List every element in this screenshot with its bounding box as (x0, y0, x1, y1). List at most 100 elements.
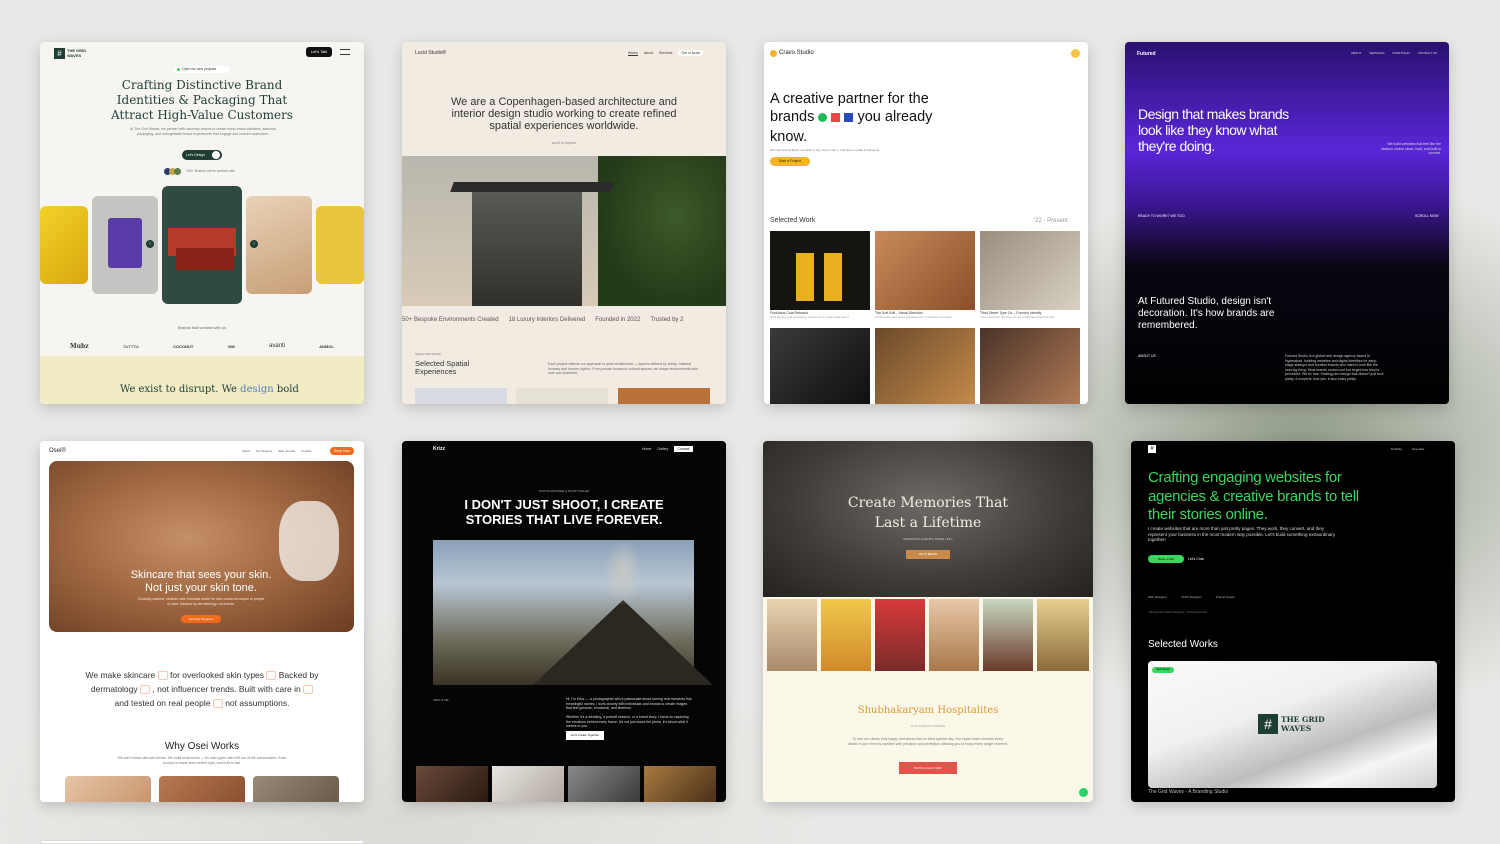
gallery-thumb (875, 599, 925, 671)
work-thumb (980, 231, 1080, 310)
mission-text: We make skincare (85, 670, 156, 680)
get-in-touch-button[interactable]: Get in touch (678, 50, 704, 56)
portfolio-card-shubhakaryam[interactable]: Create Memories That Last a Lifetime WED… (763, 441, 1093, 802)
product-image (65, 776, 151, 802)
logo-mark-icon: # (1148, 445, 1156, 453)
nav-link-services[interactable]: Services (659, 51, 672, 55)
hero-word: you already (857, 109, 933, 125)
top-nav: About Our Science Skin Journal Contact (242, 449, 311, 453)
nav-link-about[interactable]: ABOUT (1351, 51, 1361, 55)
book-call-button[interactable]: Book a Call (1148, 555, 1184, 563)
scroll-label[interactable]: SCROLL NOW (1415, 214, 1438, 218)
carousel-prev-icon[interactable]: ‹ (146, 240, 154, 248)
lets-design-toggle[interactable]: Let's Design (182, 150, 222, 160)
lets-begin-button[interactable]: LET'S BEGIN (906, 550, 950, 559)
site-logo: Osei® (49, 448, 66, 454)
gallery-thumb (644, 766, 716, 802)
skill-tag: Web Designer (1148, 595, 1167, 599)
nav-link-science[interactable]: Our Science (256, 449, 273, 453)
nav-link-services[interactable]: SERVICES (1369, 51, 1384, 55)
stats-row: 50+ Bespoke Environments Created 18 Luxu… (402, 317, 726, 323)
hero-subtext: WEDDINGS, EVENTS, MORE • ETC (903, 537, 953, 541)
mission-line-1: We make skincare for overlooked skin typ… (72, 669, 332, 681)
work-thumb (875, 231, 975, 310)
work-caption: The Soft Edit - Visual Direction Art dir… (875, 311, 975, 319)
hero-headline: Skincare that sees your skin. Not just y… (130, 569, 272, 594)
brand-logo: avanti (269, 343, 286, 349)
nav-link-contact[interactable]: CONTACT US (1418, 51, 1437, 55)
portfolio-card-krizz[interactable]: Krizz Home Gallery Contact PHOTOGRAPHER … (402, 441, 726, 802)
hero-kicker: PHOTOGRAPHER & STORYTELLER (538, 489, 590, 493)
inline-icon (303, 685, 314, 695)
portfolio-card-osei[interactable]: Osei® About Our Science Skin Journal Con… (40, 441, 364, 802)
nav-link-portfolio[interactable]: Portfolio (1391, 447, 1402, 451)
menu-button-icon[interactable] (1071, 49, 1080, 58)
shop-now-button[interactable]: Shop Now (330, 447, 354, 455)
client-count: 100+ Brands we've worked with (186, 169, 236, 173)
mission-line-2: dermatology , not influencer trends. Bui… (72, 683, 332, 695)
mission-text: , not influencer trends. Built with care… (152, 684, 301, 694)
nav-link-about[interactable]: About (242, 449, 250, 453)
portfolio-card-grid-waves[interactable]: # THE GRID WAVES Let's Talk Open for new… (40, 42, 364, 404)
nav-link-hire[interactable]: Hire Now (1412, 447, 1424, 451)
toggle-knob-icon (212, 151, 220, 159)
menu-icon[interactable] (340, 49, 350, 55)
nav-link-contact[interactable]: Contact (301, 449, 311, 453)
nav-link-works[interactable]: Works (628, 51, 638, 55)
building-glass (472, 192, 582, 306)
skill-tag: Framer Expert (1215, 595, 1235, 599)
about-statement: At Futured Studio, design isn't decorati… (1138, 296, 1275, 331)
inline-icon (140, 685, 151, 695)
site-logo: Lucid Studio® (415, 50, 447, 56)
mission-text: Backed by (278, 670, 319, 680)
inline-icon (212, 699, 223, 709)
product-image (253, 776, 339, 802)
client-avatars (164, 168, 184, 175)
stat: 18 Luxury Interiors Delivered (508, 317, 586, 323)
project-badge: Web Design (1152, 667, 1174, 673)
nav-link-journal[interactable]: Skin Journal (278, 449, 295, 453)
tagline: Independent Web Designer · Driving Growt… (1148, 610, 1207, 614)
site-logo: THE GRID WAVES (67, 48, 87, 58)
portfolio-card-web-designer[interactable]: # Portfolio Hire Now Crafting engaging w… (1131, 441, 1455, 802)
hero-headline: Crafting Distinctive Brand Identities & … (111, 78, 293, 122)
avatar (174, 168, 181, 175)
carousel-next-icon[interactable]: › (250, 240, 258, 248)
building-roof (450, 182, 614, 192)
hero-photo (433, 540, 713, 685)
book-call-button[interactable]: BOOK A CALL NOW (899, 762, 957, 774)
hero-subtext: Clinically-backed, melanin-safe formulas… (137, 597, 265, 606)
whatsapp-icon[interactable] (1079, 788, 1088, 797)
hero-line-4: know. (770, 129, 808, 145)
start-project-button[interactable]: Start a Project (770, 157, 810, 166)
hero-subtext: At The Grid Waves, we partner with visio… (129, 127, 277, 136)
hero-side-text: We build websites that feel like the obv… (1380, 142, 1441, 155)
nav-link-about[interactable]: About (644, 51, 653, 55)
portfolio-card-cravo-studio[interactable]: Cravo Studio A creative partner for the … (764, 42, 1088, 404)
top-nav: Works About Services Get in touch (628, 50, 704, 56)
lets-talk-button[interactable]: Let's Talk (306, 47, 332, 57)
portfolio-card-partial[interactable] (40, 840, 364, 844)
about-paragraph: Futured Studio is a global web design ag… (1285, 354, 1384, 381)
portfolio-card-lucid-studio[interactable]: Lucid Studio® Works About Services Get i… (402, 42, 726, 404)
project-thumb (618, 388, 710, 404)
nav-link-portfolio[interactable]: PORTFOLIO (1392, 51, 1409, 55)
top-nav: Portfolio Hire Now (1391, 447, 1424, 451)
nav-link-gallery[interactable]: Gallery (657, 447, 668, 451)
mission-text: for overlooked skin types (170, 670, 265, 680)
footer-highlight: design (240, 384, 274, 395)
cream-swatch (279, 501, 339, 581)
gallery-thumb (416, 766, 488, 802)
project-image (316, 206, 364, 284)
nav-link-home[interactable]: Home (642, 447, 651, 451)
regimen-button[interactable]: Get Your Regimen (181, 615, 221, 623)
lets-chat-button[interactable]: Let's Chat (1188, 555, 1218, 563)
portfolio-card-futured[interactable]: Futured ABOUT SERVICES PORTFOLIO CONTACT… (1125, 42, 1449, 404)
caption-sub: Art direction and visual guidelines for … (875, 315, 953, 319)
contact-button[interactable]: Contact (674, 446, 693, 452)
about-label: ABOUT US (1138, 354, 1156, 358)
mission-text: not assumptions. (225, 698, 290, 708)
create-together-button[interactable]: Let's Create Together (566, 731, 604, 740)
brand-logo: TATTVA (122, 343, 139, 349)
stat: Founded in 2022 (595, 317, 641, 323)
